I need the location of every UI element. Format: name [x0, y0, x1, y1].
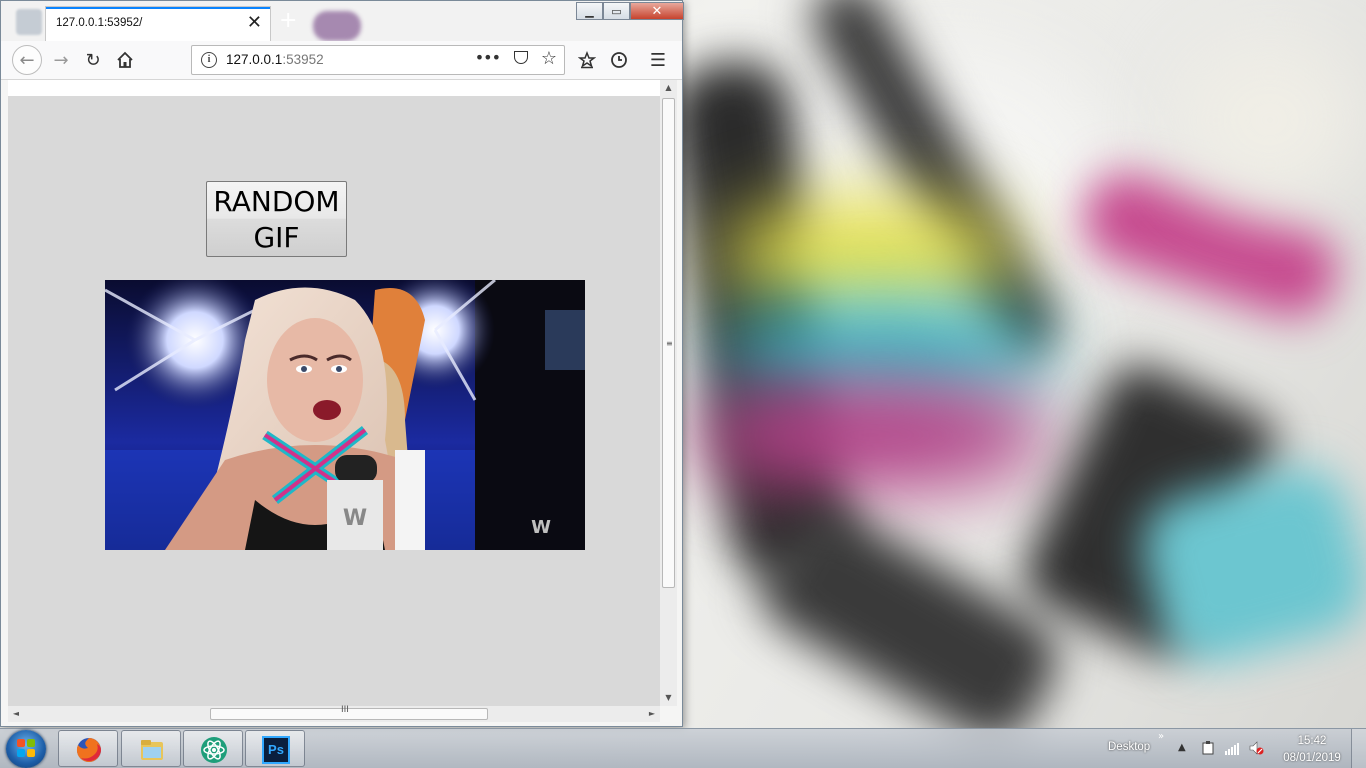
vertical-scroll-thumb[interactable]: ≡: [662, 98, 675, 588]
start-button[interactable]: [6, 730, 46, 768]
scroll-down-icon[interactable]: ▼: [660, 690, 677, 706]
pocket-icon[interactable]: [514, 51, 528, 64]
forward-arrow-icon: →: [53, 49, 69, 71]
url-text[interactable]: 127.0.0.1:53952: [226, 52, 324, 67]
site-info-icon[interactable]: i: [201, 52, 217, 68]
window-controls: ▁ ▭ ✕: [576, 2, 684, 22]
taskbar-photoshop[interactable]: Ps: [245, 730, 305, 767]
random-gif-image: W W: [105, 280, 585, 550]
background-app-icon: [313, 11, 361, 41]
system-clock[interactable]: 15:42 08/01/2019: [1281, 734, 1343, 765]
taskbar-file-explorer[interactable]: [121, 730, 181, 767]
background-tab-icon[interactable]: [16, 9, 42, 35]
taskbar-atom[interactable]: [183, 730, 243, 767]
history-button[interactable]: [605, 47, 633, 73]
maximize-button[interactable]: ▭: [603, 2, 630, 20]
back-button[interactable]: ←: [12, 45, 42, 75]
gif-illustration: W W: [105, 280, 585, 550]
library-icon: [578, 51, 596, 69]
show-desktop-button[interactable]: [1351, 729, 1366, 768]
photoshop-icon: Ps: [262, 736, 290, 764]
home-icon: [117, 51, 133, 68]
random-gif-button[interactable]: RANDOM GIF: [206, 181, 347, 257]
url-host: 127.0.0.1: [226, 52, 283, 67]
atom-icon: [201, 737, 227, 763]
clock-date: 08/01/2019: [1283, 752, 1341, 764]
gif-watermark: W: [531, 517, 551, 538]
close-button[interactable]: ✕: [630, 2, 684, 20]
minimize-button[interactable]: ▁: [576, 2, 603, 20]
taskbar: Ps Desktop » ▲ 15:42 08/01/2019: [0, 728, 1366, 768]
reload-button[interactable]: ↻: [79, 47, 107, 73]
menu-button[interactable]: ☰: [644, 47, 672, 73]
page-content: RANDOM GIF W W: [8, 96, 660, 706]
windows-logo-icon: [17, 739, 35, 757]
desktop-toolbar-label[interactable]: Desktop: [1108, 741, 1150, 753]
scroll-grip-icon: III: [341, 705, 349, 715]
url-port: :53952: [282, 52, 324, 67]
home-button[interactable]: [111, 47, 139, 73]
hamburger-menu-icon: ☰: [649, 49, 667, 71]
reload-icon: ↻: [85, 49, 101, 71]
browser-titlebar: 127.0.0.1:53952/ ✕ + ▁ ▭ ✕: [1, 1, 684, 41]
action-center-icon[interactable]: [1200, 740, 1216, 756]
library-button[interactable]: [573, 47, 601, 73]
content-top-strip: [8, 80, 660, 96]
mic-flag-logo: W: [343, 506, 367, 531]
forward-button[interactable]: →: [47, 47, 75, 73]
back-arrow-icon: ←: [19, 49, 35, 71]
clock-icon: [611, 52, 627, 68]
photoshop-label: Ps: [268, 742, 284, 757]
firefox-icon: [76, 738, 101, 762]
taskbar-firefox[interactable]: [58, 730, 118, 767]
new-tab-button[interactable]: +: [279, 10, 297, 32]
scroll-right-icon[interactable]: ►: [644, 706, 660, 722]
browser-window: 127.0.0.1:53952/ ✕ + ▁ ▭ ✕ ← → ↻ i 127.0…: [0, 0, 684, 727]
active-tab[interactable]: 127.0.0.1:53952/ ✕: [46, 7, 270, 41]
horizontal-scroll-thumb[interactable]: III: [210, 705, 488, 720]
clock-time: 15:42: [1297, 735, 1327, 747]
tab-close-icon[interactable]: ✕: [247, 13, 262, 33]
file-explorer-icon: [141, 740, 163, 760]
network-icon[interactable]: [1224, 740, 1240, 756]
horizontal-scrollbar[interactable]: ◄ III ►: [8, 705, 660, 722]
tray-expand-icon[interactable]: ▲: [1178, 742, 1186, 753]
volume-muted-icon[interactable]: [1248, 740, 1264, 756]
bookmark-star-icon[interactable]: ☆: [541, 48, 557, 69]
vertical-scrollbar[interactable]: ▲ ≡ ▼: [660, 80, 677, 706]
scroll-left-icon[interactable]: ◄: [8, 706, 24, 722]
page-actions-icon[interactable]: •••: [475, 48, 501, 67]
navigation-toolbar: ← → ↻ i 127.0.0.1:53952 ••• ☆ ☰: [1, 41, 682, 80]
tab-title: 127.0.0.1:53952/: [56, 17, 143, 29]
scroll-grip-icon: ≡: [666, 339, 673, 348]
desktop-chevron-icon[interactable]: »: [1158, 731, 1164, 742]
scroll-up-icon[interactable]: ▲: [660, 80, 677, 96]
address-bar[interactable]: i 127.0.0.1:53952 ••• ☆: [191, 45, 565, 75]
